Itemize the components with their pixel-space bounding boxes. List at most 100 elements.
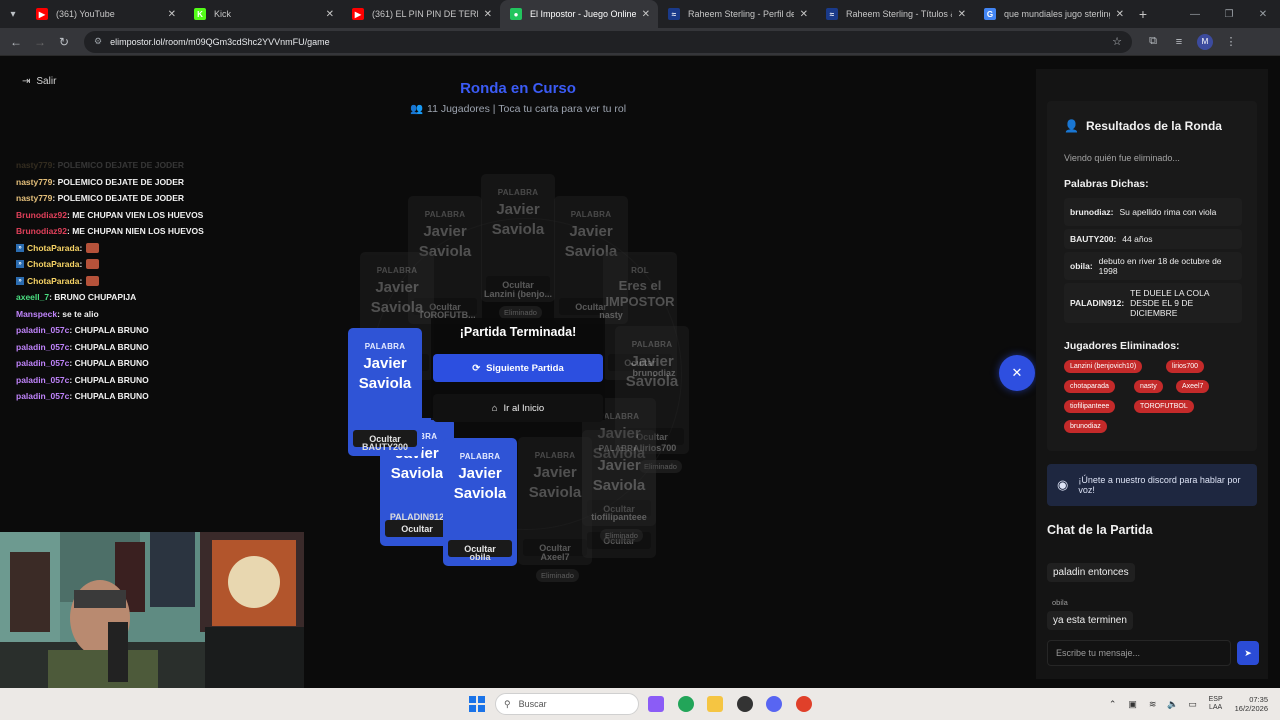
player-card[interactable]: PALABRAJavier SaviolaOcultar [481,174,555,302]
chrome-icon[interactable] [678,696,694,712]
browser-tab[interactable]: Gque mundiales jugo sterling - B ✕ [974,0,1132,28]
player-card[interactable]: PALABRAJavier SaviolaOcultar [443,438,517,566]
clock[interactable]: 07:35 16/2/2026 [1235,695,1268,713]
chat-username: nasty779 [16,176,53,187]
word-text: 44 años [1122,234,1153,244]
chat-input[interactable]: Escribe tu mensaje... [1047,640,1231,666]
tray-app-icon[interactable]: ▣ [1123,699,1143,710]
tab-favicon-icon: ≈ [668,8,680,20]
tab-close-icon[interactable]: ✕ [326,9,334,20]
discord-banner[interactable]: ◉ ¡Únete a nuestro discord para hablar p… [1047,464,1257,506]
word-row: obila: debuto en river 18 de octubre de 1… [1064,252,1242,280]
language-indicator[interactable]: ESP LAA [1209,696,1223,712]
browser-tab[interactable]: ▶ (361) YouTube ✕ [26,0,184,28]
chat-username: paladin_057c [16,374,70,385]
round-title: Ronda en Curso [460,80,576,97]
chat-username: paladin_057c [16,341,70,352]
next-game-button[interactable]: ⟳ Siguiente Partida [433,354,603,382]
browser-tab[interactable]: ▶ (361) EL PIN PIN DE TERNURA ✕ [342,0,500,28]
chat-message-text: : BRUNO CHUPAPIJA [49,292,137,303]
toggle-panel-button[interactable]: ✕ [999,355,1035,391]
tab-close-icon[interactable]: ✕ [642,9,650,20]
subscriber-badge-icon: » [16,243,24,252]
collapse-icon: ✕ [1011,365,1023,380]
chat-message-text: : [79,259,83,270]
chevron-up-icon[interactable]: ⌃ [1103,699,1123,710]
teams-icon[interactable] [648,696,664,712]
minimize-icon[interactable]: — [1178,9,1212,20]
card-label: PALABRA [364,342,406,351]
taskbar-search[interactable]: ⚲ Buscar [495,693,639,715]
eliminated-player-tag: Lanzini (benjovich10) [1064,360,1143,373]
tab-favicon-icon: ≈ [826,8,838,20]
tab-close-icon[interactable]: ✕ [484,9,492,20]
stream-chat-line: paladin_057c : CHUPALA BRUNO [16,372,346,389]
tab-close-icon[interactable]: ✕ [1116,9,1124,20]
secret-word: Javier Saviola [491,201,545,238]
obs-icon[interactable] [737,696,753,712]
tab-favicon-icon: K [194,8,206,20]
player-name: tiofilipanteee [591,512,647,522]
extensions-icon[interactable]: ⧉ [1140,35,1166,48]
word-row: PALADIN912: TE DUELE LA COLA DESDE EL 9 D… [1064,283,1242,323]
chat-message-text: : ME CHUPAN VIEN LOS HUEVOS [67,209,204,220]
browser-menu-icon[interactable]: ⋮ [1218,35,1244,48]
address-bar[interactable]: ⚙ elimpostor.lol/room/m09QGm3cdShc2YVVnm… [84,30,1132,53]
battery-icon[interactable]: ▭ [1183,699,1203,710]
file-explorer-icon[interactable] [707,696,723,712]
player-name: BAUTY200 [361,442,408,452]
tab-title: (361) EL PIN PIN DE TERNURA [372,9,478,19]
tab-close-icon[interactable]: ✕ [958,9,966,20]
browser-tab[interactable]: ≈ Raheem Sterling - Perfil del jug ✕ [658,0,816,28]
reload-icon[interactable]: ↻ [52,35,76,49]
tab-close-icon[interactable]: ✕ [800,9,808,20]
chat-username: nasty779 [16,160,53,171]
app-taskbar-icon[interactable] [796,696,812,712]
discord-taskbar-icon[interactable] [766,696,782,712]
stream-chat-line: paladin_057c : CHUPALA BRUNO [16,355,346,372]
chat-username: paladin_057c [16,325,70,336]
browser-tab[interactable]: ≈ Raheem Sterling - Títulos & Log ✕ [816,0,974,28]
tab-list: ▶ (361) YouTube ✕ K Kick ✕ ▶ (361) EL PIN PIN D… [26,0,1132,28]
bookmark-star-icon[interactable]: ☆ [1112,35,1122,48]
chat-username: ChotaParada [27,242,80,253]
close-window-icon[interactable]: ✕ [1246,9,1280,20]
back-icon[interactable]: ← [4,35,28,49]
browser-tab[interactable]: ● El Impostor - Juego Online Gra ✕ [500,0,658,28]
hide-card-button[interactable]: Ocultar [385,520,449,537]
tab-favicon-icon: ● [510,8,522,20]
window-controls: — ❐ ✕ [1178,0,1280,28]
tab-search-icon[interactable]: ▾ [0,0,26,28]
player-card[interactable]: PALABRAJavier SaviolaOcultar [348,328,422,456]
send-button[interactable]: ➤ [1237,641,1259,665]
chat-message-text: : [79,242,83,253]
eliminated-title: Jugadores Eliminados: [1064,340,1180,352]
player-name: Lanzini (benjo... [484,289,552,299]
discord-icon: ◉ [1057,477,1069,492]
chat-username: axeell_7 [16,292,50,303]
tab-favicon-icon: ▶ [36,8,48,20]
stream-chat-line: nasty779 : POLEMICO DEJATE DE JODER [16,190,346,207]
site-info-icon[interactable]: ⚙ [94,36,102,47]
chat-username: Manspeck [16,308,58,319]
forward-icon[interactable]: → [28,35,52,49]
eliminated-badge: Eliminado [600,529,643,542]
eliminated-player-tag: brunodiaz [1064,420,1107,433]
profile-avatar[interactable]: M [1197,33,1213,50]
word-text: debuto en river 18 de octubre de 1998 [1098,256,1222,276]
browser-tab[interactable]: K Kick ✕ [184,0,342,28]
chat-message-text: : [79,275,83,286]
restore-icon[interactable]: ❐ [1212,9,1246,20]
exit-button[interactable]: ⇥ Salir [22,76,56,87]
new-tab-button[interactable]: + [1132,6,1154,22]
tab-close-icon[interactable]: ✕ [168,9,176,20]
chat-message-text: : CHUPALA BRUNO [69,341,149,352]
volume-icon[interactable]: 🔈 [1163,699,1183,710]
reading-list-icon[interactable]: ≡ [1166,36,1192,48]
wifi-icon[interactable]: ≋ [1143,699,1163,710]
start-icon[interactable] [469,696,485,712]
player-card[interactable]: PALABRAJavier SaviolaOcultar [518,437,592,565]
card-label: PALABRA [631,340,673,349]
go-home-button[interactable]: ⌂ Ir al Inicio [433,394,603,422]
match-chat-title: Chat de la Partida [1047,523,1153,537]
